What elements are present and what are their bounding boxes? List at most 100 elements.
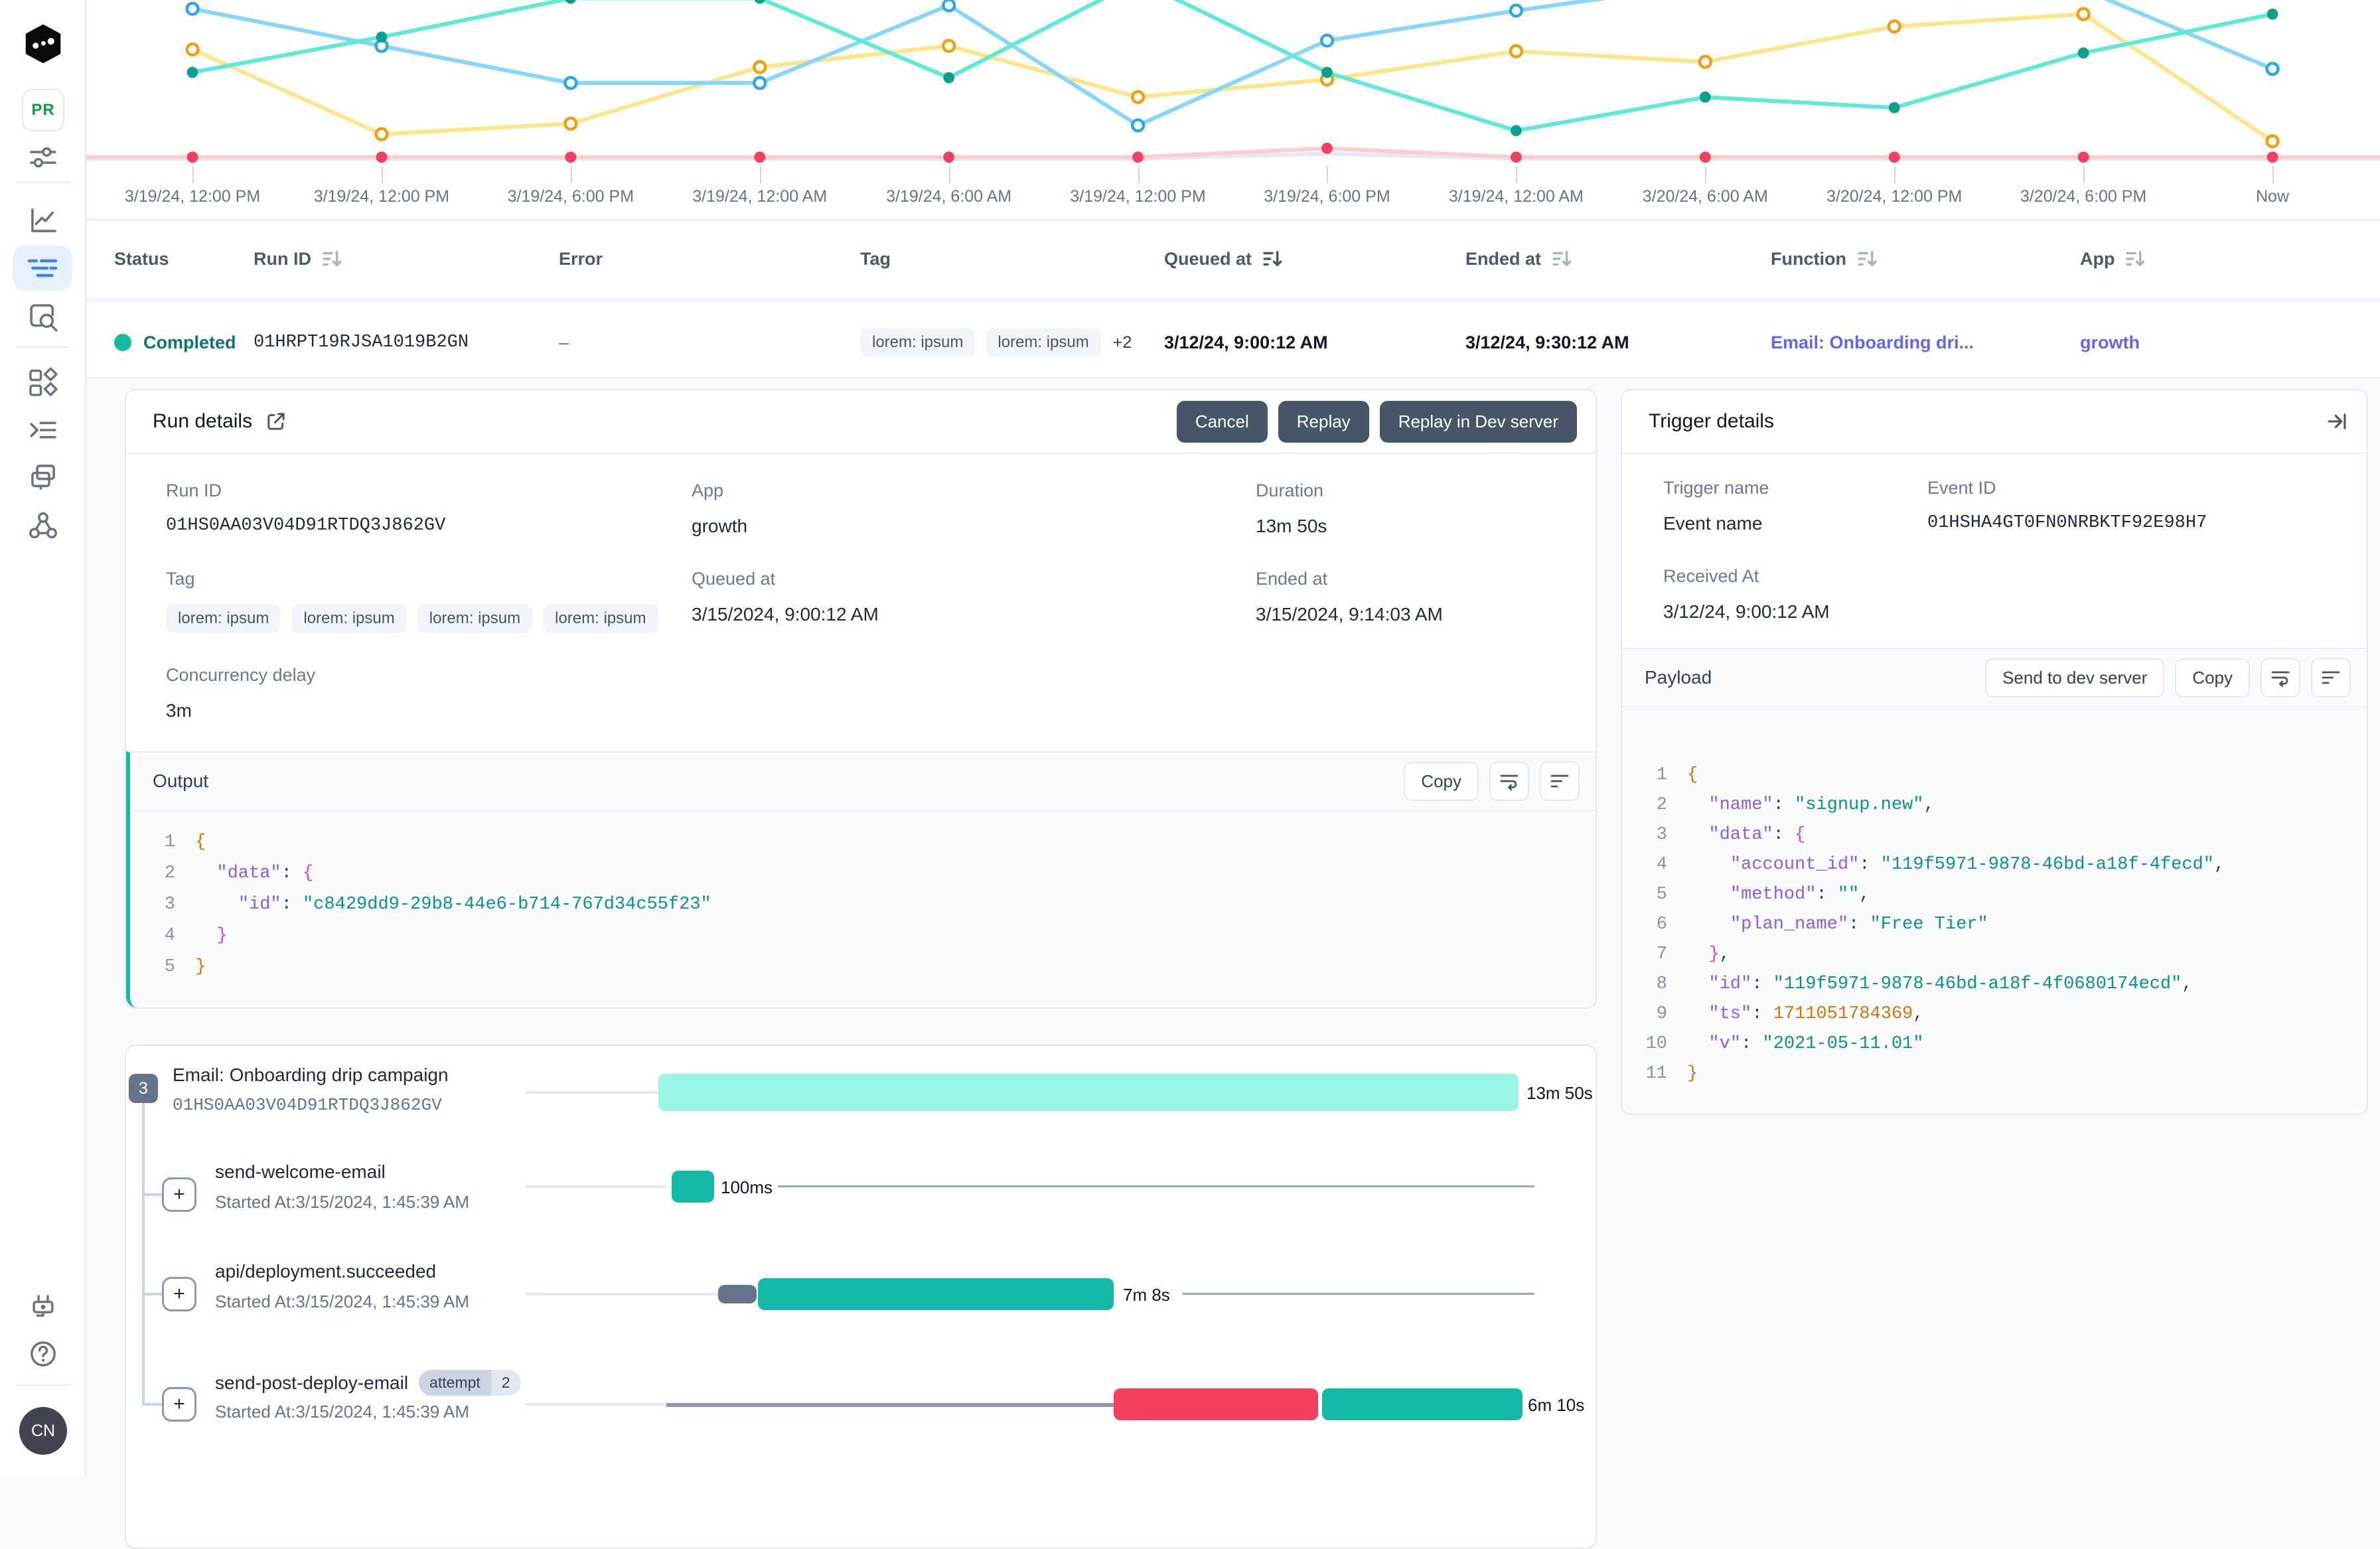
code-token: , (1913, 1004, 1923, 1024)
wrap-text-button[interactable] (1489, 761, 1529, 801)
axis-tick (1894, 166, 1896, 183)
copy-payload-button[interactable]: Copy (2175, 658, 2250, 698)
sidebar-item-runs-active[interactable] (13, 246, 72, 291)
external-link-icon[interactable] (265, 411, 287, 432)
code-line: 9 "ts": 1711051784369, (1643, 999, 2367, 1029)
chart-point-teal (1700, 92, 1711, 103)
line-number: 10 (1643, 1029, 1667, 1059)
line-number: 1 (1643, 761, 1667, 790)
sort-icon[interactable] (2124, 248, 2146, 270)
sidebar-item-environments[interactable] (0, 461, 86, 492)
column-header-label: Error (559, 249, 603, 269)
field-label: Event ID (1927, 478, 2327, 498)
sort-icon[interactable] (1856, 248, 1878, 270)
span-duration-label: 7m 8s (1123, 1285, 1170, 1305)
axis-tick (949, 166, 950, 183)
chart-point-sky (565, 78, 576, 89)
wrap-text-icon (2270, 667, 2291, 688)
sidebar-item-metrics[interactable] (0, 204, 86, 236)
field-concurrency-delay: Concurrency delay 3m (166, 665, 692, 721)
trace-connector-line (526, 1293, 718, 1295)
send-to-dev-server-button[interactable]: Send to dev server (1985, 658, 2164, 698)
format-code-button[interactable] (2311, 658, 2351, 698)
line-number: 3 (1643, 820, 1667, 850)
line-number: 11 (1643, 1059, 1667, 1089)
chart-point-teal (943, 72, 954, 84)
chart-point-amber (187, 44, 198, 55)
column-header-label: Ended at (1465, 249, 1541, 269)
sort-icon[interactable] (1261, 248, 1284, 270)
payload-section: Payload Send to dev server Copy 1{2 "nam… (1622, 648, 2367, 1114)
copy-output-button[interactable]: Copy (1404, 762, 1479, 801)
column-header-ended-at[interactable]: Ended at (1465, 220, 1573, 297)
run-id-value: 01HS0AA03V04D91RTDQ3J862GV (166, 516, 692, 536)
inngest-logo[interactable] (0, 24, 86, 64)
app-link[interactable]: growth (2080, 308, 2140, 377)
column-header-function[interactable]: Function (1771, 220, 1878, 297)
replay-button[interactable]: Replay (1278, 401, 1369, 443)
line-number: 1 (151, 827, 175, 858)
chart-point-teal (2267, 9, 2278, 20)
run-timeline-card: 3Email: Onboarding drip campaign01HS0AA0… (125, 1045, 1597, 1549)
expand-step-button[interactable]: + (162, 1177, 196, 1212)
payload-title: Payload (1645, 667, 1712, 688)
column-header-run-id[interactable]: Run ID (254, 220, 343, 297)
queued-at-cell: 3/12/24, 9:00:12 AM (1164, 308, 1328, 377)
field-duration: Duration 13m 50s (1256, 480, 1556, 537)
align-left-icon (1549, 771, 1570, 792)
chart-point-rose (376, 151, 388, 163)
sidebar-item-dev-server[interactable] (0, 1291, 86, 1326)
sidebar-item-onboarding[interactable] (0, 414, 86, 446)
code-token: { (195, 832, 206, 852)
avatar: CN (19, 1407, 67, 1455)
concurrency-delay-value: 3m (166, 700, 692, 721)
sidebar-item-log-search[interactable] (0, 301, 86, 333)
column-header-queued-at[interactable]: Queued at (1164, 220, 1284, 297)
code-token: { (1687, 765, 1698, 785)
column-header-label: App (2080, 249, 2115, 269)
chart-x-axis: 3/19/24, 12:00 PM3/19/24, 12:00 PM3/19/2… (0, 166, 2380, 214)
expand-step-button[interactable]: + (162, 1387, 196, 1422)
code-token: "119f5971-9878-46bd-a18f-4f0680174ecd" (1773, 974, 2182, 994)
field-label: Queued at (692, 569, 1256, 589)
sidebar-item-env-filter[interactable] (0, 142, 86, 174)
environment-badge[interactable]: PR (0, 89, 86, 131)
code-token: : (1751, 974, 1773, 994)
expand-step-button[interactable]: + (162, 1277, 196, 1311)
axis-tick (760, 166, 761, 183)
column-header-app[interactable]: App (2080, 220, 2146, 297)
collapse-panel-icon[interactable] (2326, 410, 2348, 433)
chart-point-rose (2078, 151, 2089, 163)
trigger-name-value: Event name (1663, 513, 1927, 534)
chart-point-teal (1511, 125, 1522, 136)
sort-icon[interactable] (321, 248, 343, 270)
app-link[interactable]: growth (692, 516, 1256, 537)
sidebar-item-webhooks[interactable] (0, 508, 86, 543)
code-token: { (303, 863, 313, 883)
user-menu[interactable]: CN (0, 1407, 86, 1455)
cancel-button[interactable]: Cancel (1177, 401, 1268, 443)
line-number: 5 (151, 952, 175, 983)
code-token: } (1708, 944, 1719, 964)
code-token: "data" (216, 863, 281, 883)
field-label: Trigger name (1663, 478, 1927, 498)
code-line: 10 "v": "2021-05-11.01" (1643, 1029, 2367, 1059)
column-header-label: Tag (860, 249, 891, 269)
sidebar: PR (0, 0, 86, 1476)
code-token: "id" (238, 895, 281, 915)
chart-point-rose (1321, 143, 1333, 154)
sort-icon[interactable] (1550, 248, 1573, 270)
wrap-text-button[interactable] (2261, 658, 2300, 698)
chart-point-rose (565, 151, 576, 163)
function-link[interactable]: Email: Onboarding dri... (1771, 308, 1974, 377)
code-token (1687, 915, 1730, 934)
sidebar-item-apps[interactable] (0, 365, 86, 400)
runs-overview: 3/19/24, 12:00 PM3/19/24, 12:00 PM3/19/2… (0, 0, 2380, 378)
replay-dev-server-button[interactable]: Replay in Dev server (1380, 401, 1577, 443)
code-token: , (1923, 795, 1934, 815)
sidebar-item-help[interactable] (0, 1338, 86, 1370)
trace-connector-line (778, 1185, 1534, 1187)
span-duration-label: 6m 10s (1528, 1395, 1584, 1416)
format-code-button[interactable] (1540, 761, 1580, 801)
table-row[interactable]: Completed 01HRPT19RJSA1019B2GN – lorem: … (0, 308, 2380, 378)
